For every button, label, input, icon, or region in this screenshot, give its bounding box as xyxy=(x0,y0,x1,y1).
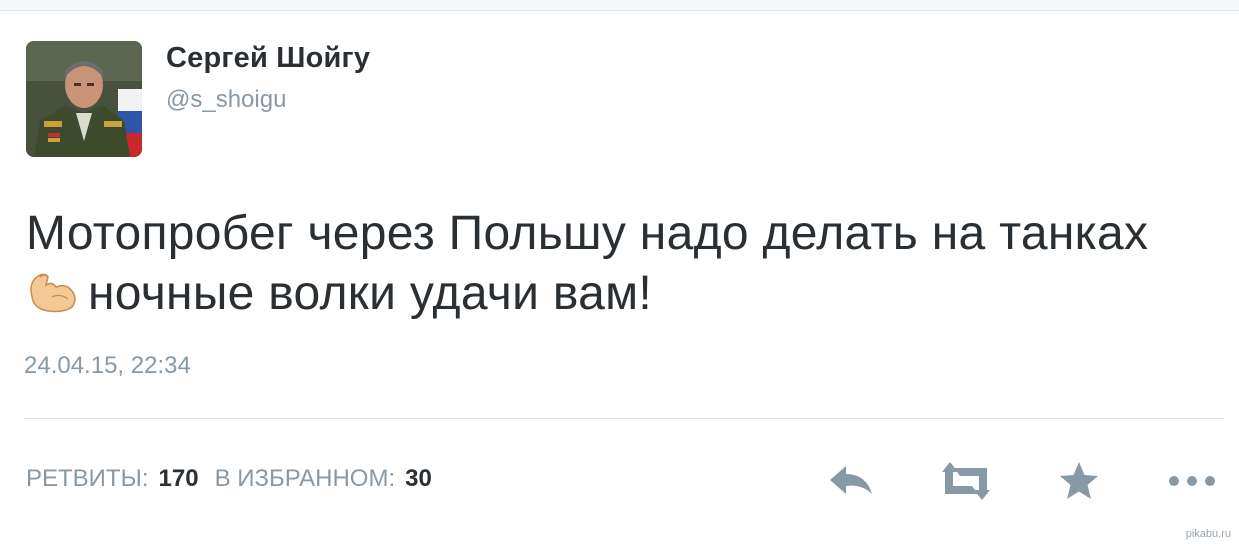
reply-button[interactable] xyxy=(826,456,876,506)
retweet-icon xyxy=(942,462,990,500)
flexed-biceps-icon xyxy=(26,267,80,315)
retweets-label[interactable]: РЕТВИТЫ: xyxy=(26,465,149,492)
watermark: pikabu.ru xyxy=(1185,528,1231,540)
avatar[interactable] xyxy=(26,41,142,157)
retweet-button[interactable] xyxy=(938,456,990,506)
retweets-count[interactable]: 170 xyxy=(159,465,199,492)
divider xyxy=(24,418,1224,419)
tweet-stats: РЕТВИТЫ: 170 В ИЗБРАННОМ: 30 xyxy=(26,465,448,493)
top-bar xyxy=(0,0,1239,11)
timestamp[interactable]: 24.04.15, 22:34 xyxy=(24,352,191,380)
favorites-count[interactable]: 30 xyxy=(405,465,432,492)
tweet-text-line-1: Мотопробег через Польшу надо делать на т… xyxy=(26,207,1149,260)
more-button[interactable] xyxy=(1166,456,1216,506)
tweet-text-line-2: ночные волки удачи вам! xyxy=(26,264,1226,324)
tweet-text: Мотопробег через Польшу надо делать на т… xyxy=(26,204,1226,324)
user-handle[interactable]: @s_shoigu xyxy=(166,86,286,114)
favorite-icon xyxy=(1060,462,1098,499)
favorites-label[interactable]: В ИЗБРАННОМ: xyxy=(215,465,396,492)
display-name[interactable]: Сергей Шойгу xyxy=(166,42,370,75)
favorite-button[interactable] xyxy=(1054,456,1104,506)
tweet-text-line-2-text: ночные волки удачи вам! xyxy=(88,267,653,320)
more-icon xyxy=(1169,476,1215,486)
reply-icon xyxy=(830,466,872,494)
